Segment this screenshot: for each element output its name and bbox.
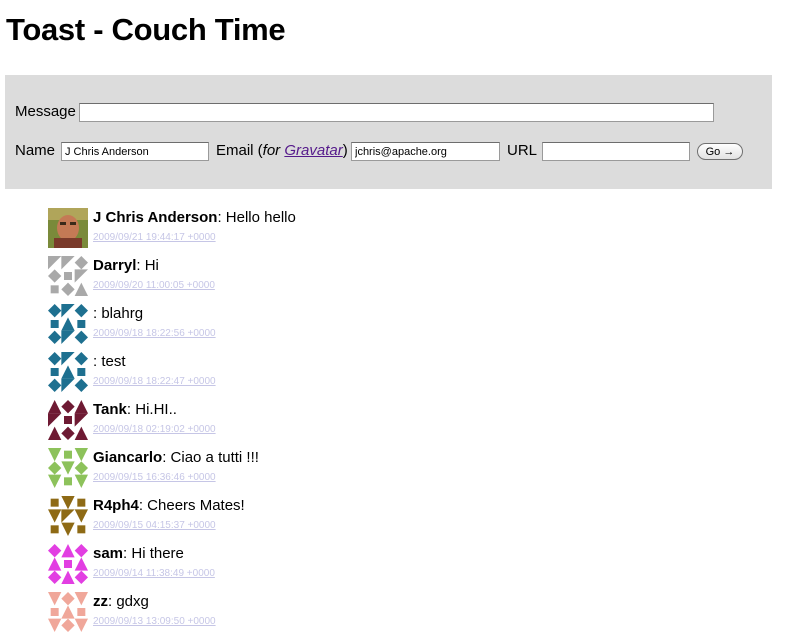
email-label-suffix: ) [342, 142, 348, 159]
message-text: : Ciao a tutti !!! [162, 449, 259, 466]
avatar-icon [48, 496, 88, 536]
message-author: Tank [93, 401, 127, 418]
message-timestamp-link[interactable]: 2009/09/20 11:00:05 +0000 [93, 280, 215, 292]
message-line: Giancarlo: Ciao a tutti !!! [93, 449, 259, 467]
message-line: zz: gdxg [93, 593, 149, 611]
message-input[interactable] [79, 103, 714, 122]
message-author: Giancarlo [93, 449, 163, 466]
name-label: Name [15, 142, 56, 159]
avatar-icon [48, 400, 88, 440]
email-input[interactable] [351, 142, 500, 161]
message-author: J Chris Anderson [93, 209, 218, 226]
url-input[interactable] [542, 142, 690, 161]
message-line: : blahrg [93, 305, 143, 323]
message-label: Message [15, 103, 76, 120]
avatar-icon [48, 352, 88, 392]
page-title: Toast - Couch Time [6, 12, 286, 47]
message-timestamp-link[interactable]: 2009/09/14 11:38:49 +0000 [93, 568, 215, 580]
gravatar-link[interactable]: Gravatar [284, 142, 342, 159]
message-timestamp-link[interactable]: 2009/09/21 19:44:17 +0000 [93, 232, 216, 244]
message-author: zz [93, 593, 108, 610]
message-line: sam: Hi there [93, 545, 184, 563]
name-input[interactable] [61, 142, 209, 161]
avatar-icon [48, 304, 88, 344]
message-timestamp-link[interactable]: 2009/09/18 02:19:02 +0000 [93, 424, 216, 436]
message-author: Darryl [93, 257, 137, 274]
avatar-icon [48, 544, 88, 584]
message-line: Darryl: Hi [93, 257, 159, 275]
avatar-icon [48, 208, 88, 248]
message-author: sam [93, 545, 124, 562]
chat-form: Message Name Email (for Gravatar) URL Go… [5, 75, 772, 189]
message-timestamp-link[interactable]: 2009/09/18 18:22:56 +0000 [93, 328, 216, 340]
message-line: J Chris Anderson: Hello hello [93, 209, 296, 227]
message-line: Tank: Hi.HI.. [93, 401, 177, 419]
message-text: : blahrg [93, 305, 144, 322]
message-line: R4ph4: Cheers Mates! [93, 497, 245, 515]
message-timestamp-link[interactable]: 2009/09/13 13:09:50 +0000 [93, 616, 216, 628]
avatar-icon [48, 256, 88, 296]
message-text: : Hi there [123, 545, 184, 562]
email-label-prefix: Email ( [216, 142, 263, 159]
message-text: : test [93, 353, 126, 370]
message-line: : test [93, 353, 126, 371]
email-label-for: for [262, 142, 285, 159]
message-timestamp-link[interactable]: 2009/09/15 04:15:37 +0000 [93, 520, 216, 532]
message-text: : gdxg [108, 593, 149, 610]
avatar-icon [48, 448, 88, 488]
message-text: : Cheers Mates! [138, 497, 245, 514]
message-text: : Hi.HI.. [126, 401, 177, 418]
email-label: Email (for Gravatar) [216, 142, 348, 160]
message-text: : Hi [136, 257, 159, 274]
message-text: : Hello hello [217, 209, 296, 226]
url-label: URL [507, 142, 538, 159]
message-timestamp-link[interactable]: 2009/09/15 16:36:46 +0000 [93, 472, 216, 484]
message-timestamp-link[interactable]: 2009/09/18 18:22:47 +0000 [93, 376, 216, 388]
go-button[interactable]: Go → [697, 143, 743, 160]
message-author: R4ph4 [93, 497, 139, 514]
avatar-icon [48, 592, 88, 632]
